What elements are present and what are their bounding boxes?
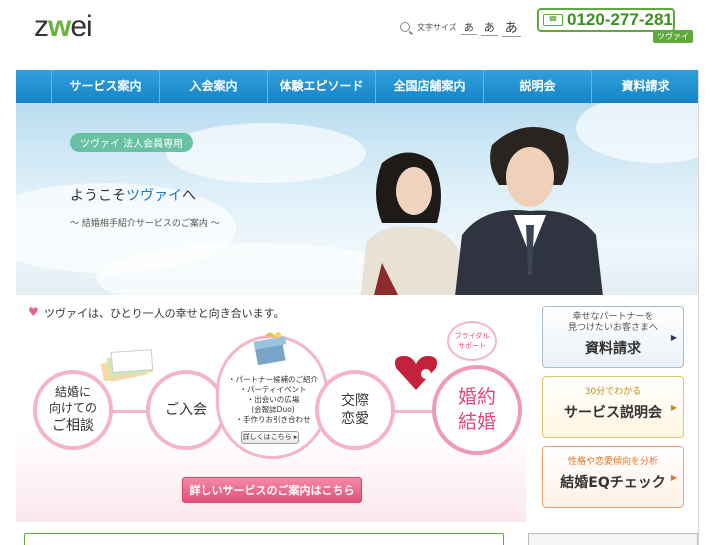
bridal-line2: サポート — [458, 342, 486, 350]
service-item: ・出会いの広場 — [246, 395, 300, 404]
woman-photo — [360, 152, 464, 295]
magnifier-icon — [400, 22, 410, 32]
seminar-desc: 30分でわかる — [584, 387, 642, 397]
corporate-member-badge: ツヴァイ 法人会員専用 — [70, 133, 194, 152]
step-consultation[interactable]: 結婚に 向けてのご相談 — [33, 370, 113, 450]
gift-box-icon — [253, 332, 287, 365]
welcome-brand: ツヴァイ — [126, 188, 182, 204]
bottom-side-box — [528, 533, 698, 545]
materials-label: 資料請求 — [585, 341, 641, 357]
font-size-large-button[interactable]: あ — [501, 17, 521, 37]
nav-spacer — [16, 70, 52, 103]
zwei-logo[interactable]: zwei — [34, 10, 93, 44]
step-join[interactable]: ご入会 — [146, 370, 226, 450]
font-size-label: 文字サイズ — [417, 22, 457, 32]
step1-line2: 向けての — [48, 400, 97, 415]
nav-item-service[interactable]: サービス案内 — [52, 70, 160, 103]
step1-line3: ご相談 — [51, 417, 94, 434]
main-nav: サービス案内 入会案内 体験エピソード 全国店舗案内 説明会 資料請求 — [16, 70, 699, 103]
service-item: ・手作りお引き合わせ — [235, 415, 311, 424]
step4-line1: 婚約 — [457, 386, 496, 409]
step3-line1: 交際 — [341, 392, 369, 409]
more-details-button[interactable]: 詳しくはこちら ▸ — [241, 431, 299, 444]
flow-connector — [110, 410, 150, 413]
flow-connector — [392, 410, 436, 413]
service-details-button[interactable]: 詳しいサービスのご案内はこちら — [182, 477, 362, 503]
cloud-shape — [166, 123, 366, 183]
free-dial-icon: ☎ — [543, 14, 563, 26]
materials-desc-line1: 幸せなパートナーを — [572, 312, 654, 322]
welcome-prefix: ようこそ — [70, 188, 126, 204]
eq-check-button[interactable]: 性格や恋愛傾向を分析 結婚EQチェック ▶ — [542, 446, 684, 508]
nav-item-seminar[interactable]: 説明会 — [484, 70, 592, 103]
font-size-selector: 文字サイズ あ あ あ — [400, 17, 521, 37]
more-details-label: 詳しくはこちら — [242, 433, 292, 441]
heart-icon: ♥ — [28, 305, 39, 319]
step1-line1: 結婚に — [54, 385, 91, 400]
bottom-content-box — [24, 533, 504, 545]
step-marriage[interactable]: 婚約 結婚 — [432, 365, 522, 455]
service-seminar-button[interactable]: 30分でわかる サービス説明会 ▶ — [542, 376, 684, 438]
pamphlet-image — [100, 349, 154, 381]
service-item: ・パートナー候補のご紹介 — [228, 375, 318, 384]
services-list: ・パートナー候補のご紹介 ・パーティイベント ・出会いの広場 (会報誌Duo) … — [226, 375, 320, 425]
nav-item-materials[interactable]: 資料請求 — [592, 70, 699, 103]
arrow-right-icon: ▶ — [670, 333, 677, 342]
font-size-medium-button[interactable]: あ — [480, 19, 498, 36]
phone-tag: ツヴァイ — [653, 30, 693, 43]
arrow-right-icon: ▶ — [670, 403, 677, 412]
heart-roses-image — [395, 356, 437, 390]
service-item: ・パーティイベント — [239, 385, 307, 394]
font-size-small-button[interactable]: あ — [460, 19, 477, 35]
step4-line2: 結婚 — [457, 411, 496, 433]
bridal-support-badge: ブライダル サポート — [447, 321, 497, 361]
request-materials-button[interactable]: 幸せなパートナーを 見つけたいお客さまへ 資料請求 ▶ — [542, 306, 684, 368]
phone-number: 0120-277-281 — [567, 10, 673, 29]
eq-label: 結婚EQチェック — [560, 475, 666, 491]
nav-item-episodes[interactable]: 体験エピソード — [268, 70, 376, 103]
nav-item-stores[interactable]: 全国店舗案内 — [376, 70, 484, 103]
hero-banner: ツヴァイ 法人会員専用 ようこそツヴァイへ 〜 結婚相手紹介サービスのご案内 〜 — [16, 103, 699, 295]
hero-welcome: ようこそツヴァイへ — [70, 185, 196, 205]
step-dating[interactable]: 交際 恋愛 — [315, 370, 395, 450]
step3-line2: 恋愛 — [341, 411, 369, 427]
materials-desc-line2: 見つけたいお客さまへ — [567, 323, 658, 333]
seminar-label: サービス説明会 — [564, 405, 662, 421]
free-dial-phone[interactable]: ☎ 0120-277-281 — [537, 8, 675, 32]
welcome-suffix: へ — [182, 188, 196, 204]
flow-tagline: ツヴァイは、ひとり一人の幸せと向き合います。 — [44, 307, 285, 320]
bridal-line1: ブライダル — [454, 332, 490, 340]
nav-item-join[interactable]: 入会案内 — [160, 70, 268, 103]
hero-subtitle: 〜 結婚相手紹介サービスのご案内 〜 — [70, 219, 220, 229]
eq-desc: 性格や恋愛傾向を分析 — [567, 457, 658, 467]
man-photo — [455, 127, 603, 295]
service-item: (会報誌Duo) — [251, 405, 295, 414]
page-border — [698, 70, 699, 545]
arrow-right-icon: ▶ — [670, 473, 677, 482]
